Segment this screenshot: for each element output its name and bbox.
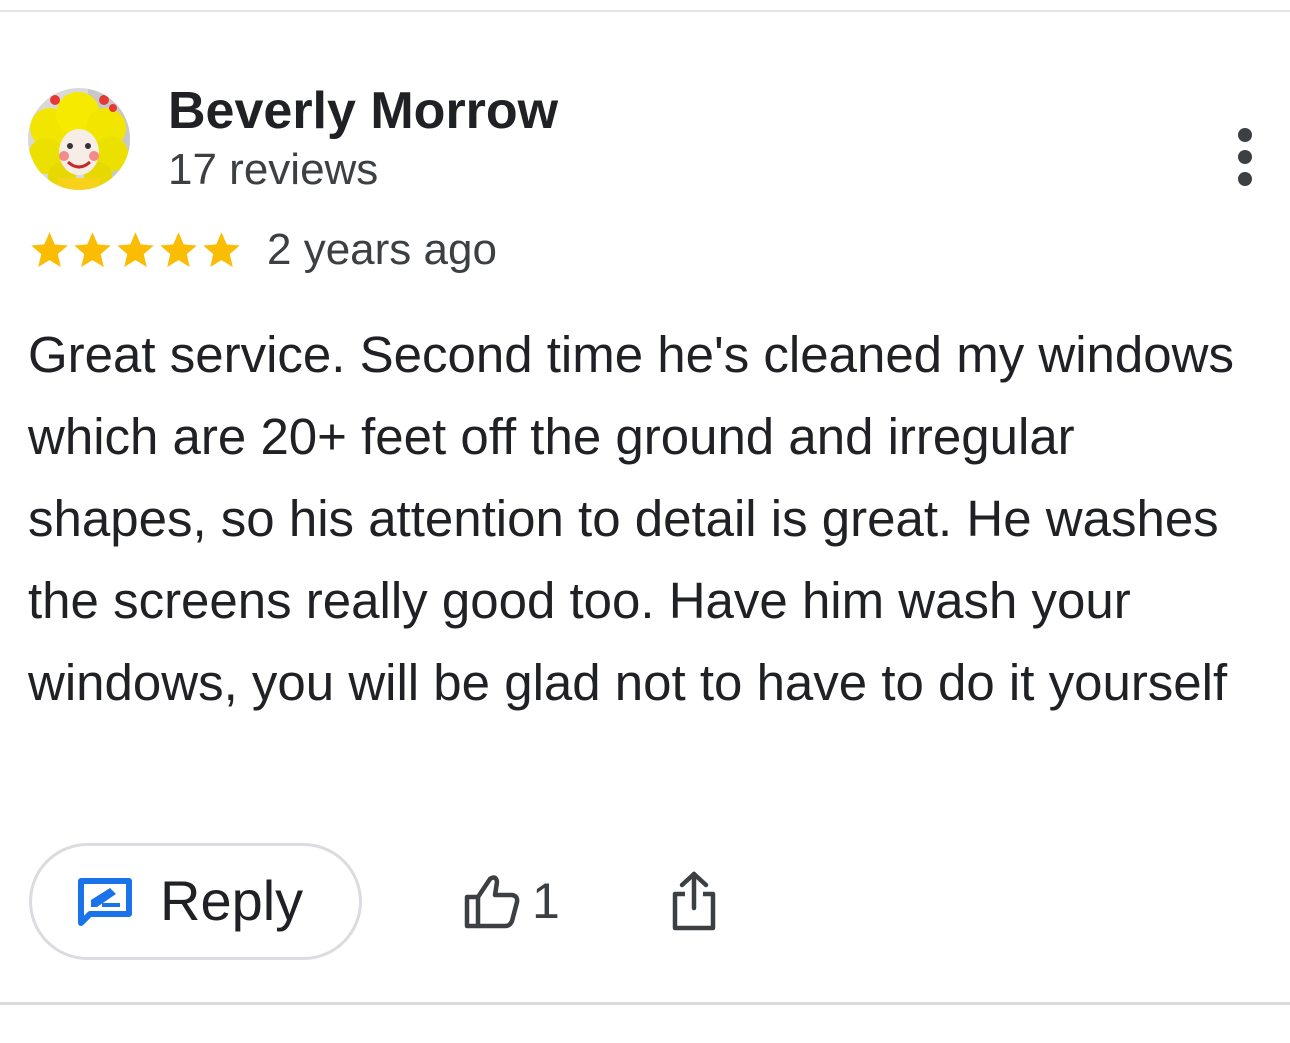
star-icon (160, 231, 197, 267)
clown-avatar-icon (28, 88, 130, 190)
star-icon (117, 231, 154, 267)
author-avatar[interactable] (28, 88, 130, 190)
reply-edit-icon (78, 878, 132, 926)
star-icon (203, 231, 240, 267)
review-card: Beverly Morrow 17 reviews 2 years ago Gr… (0, 0, 1290, 1043)
author-review-count[interactable]: 17 reviews (168, 142, 378, 198)
share-button[interactable] (664, 866, 724, 936)
share-icon (672, 871, 716, 931)
review-text: Great service. Second time he's cleaned … (28, 326, 1234, 711)
more-options-button[interactable] (1220, 122, 1270, 192)
reply-label: Reply (160, 869, 304, 932)
star-rating (28, 222, 243, 278)
more-vertical-icon (1238, 128, 1252, 186)
thumbs-up-icon (464, 875, 520, 929)
star-icon (31, 231, 68, 267)
like-count: 1 (532, 873, 560, 929)
like-button[interactable]: 1 (462, 866, 560, 936)
bottom-divider (0, 1002, 1290, 1005)
top-divider (0, 0, 1290, 12)
rating-row: 2 years ago (28, 222, 497, 278)
star-icon (74, 231, 111, 267)
review-date: 2 years ago (267, 225, 497, 274)
author-name[interactable]: Beverly Morrow (168, 80, 558, 142)
reply-button[interactable]: Reply (29, 843, 362, 960)
